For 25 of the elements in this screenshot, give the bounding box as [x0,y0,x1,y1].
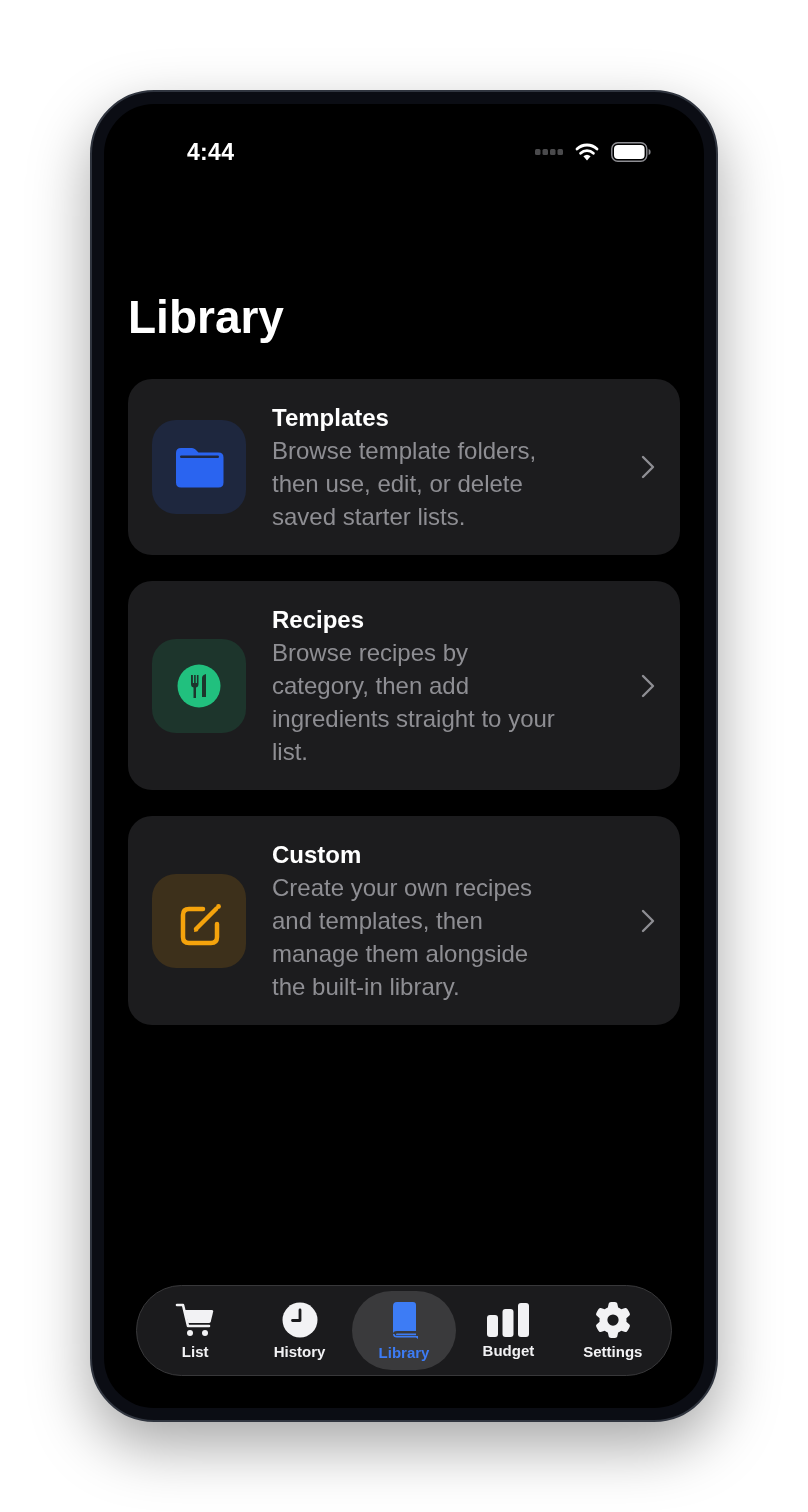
clock-icon [281,1301,318,1338]
library-card[interactable]: Templates Browse template folders, then use, edit, or delete saved starter lists. [128,379,680,555]
cart-icon [175,1301,216,1338]
bar-chart-icon [486,1302,531,1337]
wifi-icon [575,143,599,161]
card-description: Browse recipes by category, then add ingredients straight to your list. [272,638,556,767]
battery-icon [611,142,651,162]
card-title: Templates [272,403,390,433]
chevron-right-icon [641,673,655,698]
card-title: Recipes [272,605,366,635]
chevron-right-icon [641,455,655,479]
signal-icon [535,149,563,155]
tab-item[interactable]: History [247,1291,352,1370]
settings-icon [594,1301,631,1338]
chevron-right-icon [641,908,655,933]
card-title: Custom [272,840,363,870]
library-card[interactable]: Custom Create your own recipes and templates, then manage them alongside the built-in library. [128,816,680,1025]
tab-item[interactable]: List [143,1291,248,1370]
card-description: Browse template folders, then use, edit, or delete saved starter lists. [272,436,538,532]
tab-item[interactable]: Budget [456,1291,561,1370]
tab-item[interactable]: Settings [560,1291,666,1370]
card-description: Create your own recipes and templates, then manage them alongside the built-in library. [272,873,534,1002]
page-title: Library [128,290,285,345]
library-card[interactable]: Recipes Browse recipes by category, then add ingredients straight to your list. [128,581,680,790]
status-time: 4:44 [187,138,235,166]
